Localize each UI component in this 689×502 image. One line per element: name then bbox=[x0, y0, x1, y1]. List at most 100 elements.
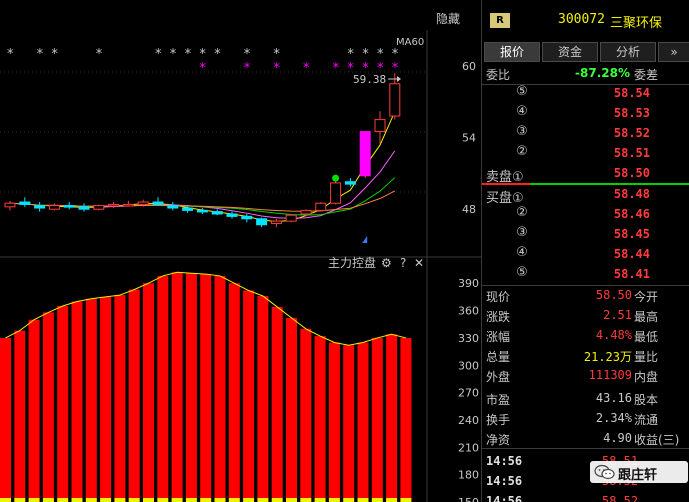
stat-value: 43.16 bbox=[595, 391, 632, 405]
sell_book-price: 58.52 bbox=[613, 126, 650, 140]
hide-button[interactable]: 隐藏 bbox=[436, 10, 460, 27]
price-axis-label: 54 bbox=[462, 132, 476, 145]
tab-more[interactable]: » bbox=[658, 42, 689, 62]
signal-star: * bbox=[199, 47, 206, 62]
indicator-bar-base bbox=[271, 498, 283, 502]
buy_book-row[interactable]: ③ 58.45 bbox=[482, 225, 689, 245]
buy_book-row[interactable]: ② 58.46 bbox=[482, 205, 689, 225]
signal-dot bbox=[332, 174, 340, 182]
signal-star: * bbox=[214, 47, 221, 62]
stat-label: 总量 bbox=[486, 350, 511, 364]
signal-arrow bbox=[362, 236, 368, 243]
stat-row: 现价 58.50 今开 bbox=[482, 286, 689, 306]
buy_book-row[interactable]: 买盘① 58.48 bbox=[482, 185, 689, 206]
indicator-bar bbox=[114, 295, 126, 498]
sell_book-row[interactable]: 卖盘① 58.50 bbox=[482, 164, 689, 185]
quote-tabs: 报价 资金 分析 » bbox=[482, 42, 689, 62]
help-icon[interactable]: ? bbox=[400, 256, 406, 270]
indicator-bar bbox=[357, 342, 369, 498]
indicator-bar-base bbox=[100, 498, 112, 502]
indicator-bar-base bbox=[185, 498, 197, 502]
stat-label: 外盘 bbox=[486, 370, 511, 384]
ma-line bbox=[9, 111, 396, 223]
stat-label: 涨幅 bbox=[486, 330, 511, 344]
signal-star: * bbox=[51, 47, 58, 62]
sell_book-row[interactable]: ⑤ 58.54 bbox=[482, 84, 689, 104]
sell_book-price: 58.53 bbox=[613, 106, 650, 120]
indicator-bar bbox=[42, 312, 54, 498]
stock-name: 三聚环保 bbox=[610, 16, 663, 31]
stat-label-2: 流通 bbox=[634, 413, 659, 427]
gear-icon[interactable]: ⚙ bbox=[381, 256, 392, 270]
indicator-axis-label: 360 bbox=[458, 305, 479, 318]
candle-body bbox=[226, 213, 238, 217]
indicator-bar-base bbox=[214, 498, 226, 502]
stat-value: 4.90 bbox=[603, 431, 632, 445]
indicator-bar-base bbox=[57, 498, 69, 502]
indicator-bar-base bbox=[128, 498, 140, 502]
last-price-arrow bbox=[397, 76, 401, 82]
candle-body bbox=[34, 205, 46, 209]
quote-panel: R 300072 三聚环保 报价 资金 分析 » 委比 -87.28% 委差 ⑤… bbox=[481, 0, 689, 502]
sell_book-row[interactable]: ② 58.51 bbox=[482, 144, 689, 164]
indicator-axis-label: 330 bbox=[458, 332, 479, 345]
candle-body bbox=[48, 205, 60, 210]
sell_book-row[interactable]: ③ 58.52 bbox=[482, 124, 689, 144]
stat-row: 总量 21.23万 量比 bbox=[482, 346, 689, 366]
indicator-bar-base bbox=[28, 498, 40, 502]
indicator-bar bbox=[57, 306, 69, 498]
chart-area[interactable]: * * * * * * * * * * * * * * * * * * * * * * * * MA60 59.38 60 54 48 3… bbox=[0, 0, 481, 502]
indicator-bar-base bbox=[386, 498, 398, 502]
tab-funds[interactable]: 资金 bbox=[542, 42, 598, 62]
buy_book-row[interactable]: ④ 58.44 bbox=[482, 245, 689, 265]
commission-diff-label: 委差 bbox=[634, 68, 659, 82]
indicator-bar bbox=[100, 296, 112, 498]
buy_book-level: ④ bbox=[516, 245, 528, 260]
buy_book-side-label: 买盘① bbox=[486, 191, 524, 206]
signal-star-magenta: * bbox=[199, 61, 206, 76]
signal-star: * bbox=[170, 47, 177, 62]
wechat-icon bbox=[594, 464, 615, 480]
candle-body bbox=[137, 201, 149, 205]
indicator-bar-base bbox=[243, 498, 255, 502]
indicator-bar bbox=[128, 289, 140, 498]
sell_book-price: 58.54 bbox=[613, 86, 650, 100]
tick-price: 58.52 bbox=[602, 494, 639, 502]
candle-body bbox=[285, 214, 297, 222]
indicator-bar-base bbox=[371, 498, 383, 502]
commission-value: -87.28% bbox=[575, 66, 630, 80]
stat-row: 外盘 111309 内盘 bbox=[482, 366, 689, 386]
indicator-bar bbox=[271, 306, 283, 498]
indicator-bar bbox=[171, 272, 183, 498]
divider bbox=[482, 448, 689, 449]
stat-label: 现价 bbox=[486, 290, 511, 304]
indicator-bar bbox=[143, 283, 154, 498]
indicator-bar bbox=[314, 336, 326, 498]
indicator-bar bbox=[71, 301, 83, 498]
signal-star: * bbox=[362, 47, 369, 62]
buy_book-row[interactable]: ⑤ 58.41 bbox=[482, 265, 689, 285]
stat-value: 4.48% bbox=[595, 328, 632, 342]
kline-chart[interactable]: * * * * * * * * * * * * * * ** * * * * * * * *MA6059.386054483… bbox=[0, 0, 481, 502]
tab-analysis[interactable]: 分析 bbox=[600, 42, 656, 62]
indicator-bar bbox=[286, 317, 297, 498]
indicator-axis-label: 180 bbox=[458, 469, 479, 482]
sell_book-level: ③ bbox=[516, 124, 528, 139]
sell_book-price: 58.50 bbox=[613, 166, 650, 180]
buy_book-level: ② bbox=[516, 205, 528, 220]
stat-value: 2.51 bbox=[603, 308, 632, 322]
tick-time: 14:56 bbox=[486, 474, 523, 488]
candle-body bbox=[196, 209, 208, 213]
sell_book-price: 58.51 bbox=[613, 146, 650, 160]
sell_book-row[interactable]: ④ 58.53 bbox=[482, 104, 689, 124]
indicator-bar-base bbox=[14, 498, 26, 502]
sell_book-level: ② bbox=[516, 144, 528, 159]
tick-time: 14:56 bbox=[486, 454, 523, 468]
signal-star: * bbox=[37, 47, 44, 62]
stat-row: 市盈 43.16 股本 bbox=[482, 389, 689, 409]
candle-body bbox=[300, 209, 312, 215]
candle-body bbox=[359, 131, 371, 177]
tab-quote[interactable]: 报价 bbox=[484, 42, 540, 62]
indicator-bar-base bbox=[114, 498, 126, 502]
close-icon[interactable]: ✕ bbox=[414, 256, 424, 270]
